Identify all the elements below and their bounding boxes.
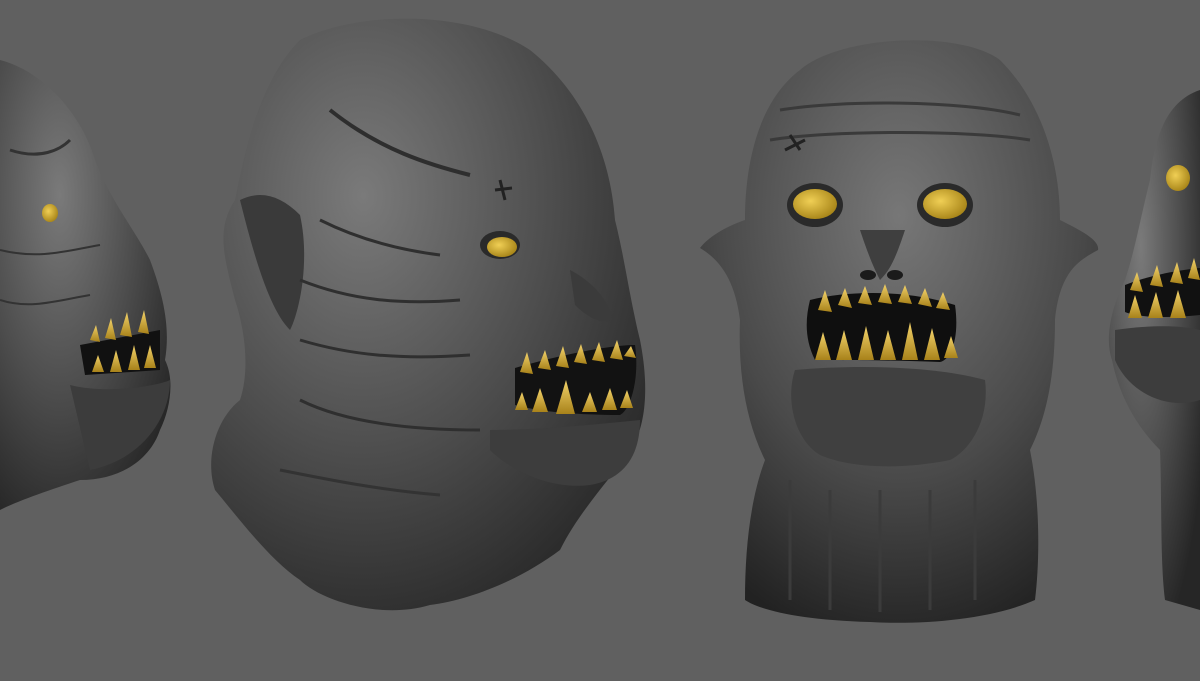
eye-icon [42,204,58,222]
eye-icon [1166,165,1190,191]
creature-head-right-profile [1108,90,1200,610]
eye-icon [487,237,517,257]
creature-head-left-profile [0,60,171,510]
render-viewport [0,0,1200,681]
sculpt-render [0,18,1200,623]
eye-icon [923,189,967,219]
eye-icon [793,189,837,219]
creature-head-three-quarter [211,18,646,611]
creature-head-front [700,40,1099,623]
